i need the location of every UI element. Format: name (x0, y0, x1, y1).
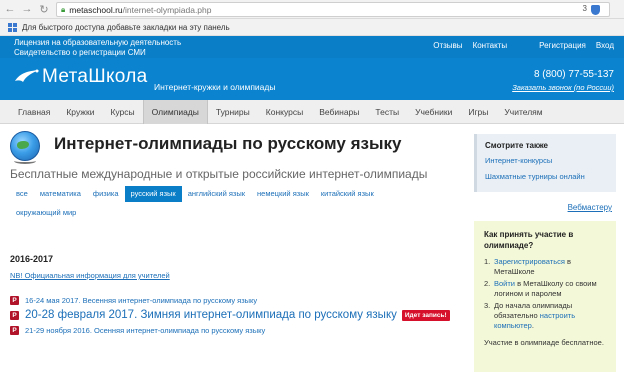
apps-icon[interactable] (8, 22, 17, 32)
logo-bird-icon (12, 67, 42, 87)
forward-icon[interactable]: → (20, 2, 34, 16)
extension-count[interactable]: 3 (583, 4, 587, 13)
see-also-title: Смотрите также (485, 141, 548, 150)
menu-item-contests[interactable]: Конкурсы (258, 100, 311, 124)
tag-world[interactable]: окружающий мир (10, 205, 82, 221)
teachers-info-link[interactable]: NB! Официальная информация для учителей (10, 271, 170, 280)
menu-item-games[interactable]: Игры (460, 100, 496, 124)
step-text: . (531, 321, 534, 330)
events-list: P 16-24 мая 2017. Весенняя интернет-олим… (10, 296, 450, 339)
register-link[interactable]: Регистрация (539, 41, 586, 50)
site-tagline: Интернет-кружки и олимпиады (154, 82, 276, 92)
menu-item-courses[interactable]: Курсы (102, 100, 142, 124)
list-item: P 21-29 ноября 2016. Осенняя интернет-ол… (10, 326, 450, 335)
webmaster-link[interactable]: Вебмастеру (568, 203, 612, 212)
menu-item-tests[interactable]: Тесты (367, 100, 407, 124)
phone-number: 8 (800) 77-55-137 (533, 69, 614, 80)
menu-item-home[interactable]: Главная (10, 100, 58, 124)
chess-tournaments-link[interactable]: Шахматные турниры онлайн (485, 172, 608, 181)
lock-icon: 🔒︎ (61, 4, 66, 14)
reviews-link[interactable]: Отзывы (433, 41, 462, 50)
menu-item-teachers[interactable]: Учителям (496, 100, 550, 124)
free-note: Участие в олимпиаде бесплатное. (484, 338, 604, 347)
page-title: Интернет-олимпиады по русскому языку (54, 134, 402, 153)
login-step-link[interactable]: Войти (494, 279, 515, 288)
tag-russian[interactable]: русский язык (124, 186, 182, 202)
top-links: Отзывы Контакты Регистрация Вход (433, 41, 614, 50)
license-link[interactable]: Лицензия на образовательную деятельность (14, 38, 181, 48)
tag-physics[interactable]: физика (87, 186, 125, 202)
event-link[interactable]: 20-28 февраля 2017. Зимняя интернет-олим… (25, 309, 397, 321)
license-info: Лицензия на образовательную деятельность… (14, 38, 181, 58)
year-heading: 2016-2017 (10, 254, 54, 264)
main-menu: Главная Кружки Курсы Олимпиады Турниры К… (0, 99, 624, 124)
menu-item-olympiads[interactable]: Олимпиады (142, 99, 208, 124)
menu-item-textbooks[interactable]: Учебники (407, 100, 460, 124)
participation-box: Как принять участие в олимпиаде? 1. Зарег… (474, 221, 616, 372)
globe-icon (10, 131, 40, 161)
participation-title: Как принять участие в олимпиаде? (484, 230, 574, 250)
reload-icon[interactable]: ↻ (37, 2, 51, 16)
steps-list: 1. Зарегистрироваться в МетаШколе 2. Войти… (484, 257, 606, 331)
list-item: 2. Войти в МетаШколу со своим логином и п… (484, 279, 597, 298)
page-subtitle: Бесплатные международные и открытые росс… (10, 167, 428, 181)
site-logo[interactable]: МетаШкола (12, 66, 147, 88)
see-also-box: Смотрите также Интернет-конкурсы Шахматн… (474, 134, 616, 192)
callback-link[interactable]: Заказать звонок (по России) (512, 83, 614, 92)
list-item: P 16-24 мая 2017. Весенняя интернет-олим… (10, 296, 450, 305)
list-item: P 20-28 февраля 2017. Зимняя интернет-ол… (10, 309, 450, 321)
menu-item-clubs[interactable]: Кружки (58, 100, 102, 124)
brand-bar: МетаШкола Интернет-кружки и олимпиады 8 … (0, 58, 624, 100)
tag-chinese[interactable]: китайский язык (315, 186, 380, 202)
contacts-link[interactable]: Контакты (473, 41, 508, 50)
tag-english[interactable]: английский язык (182, 186, 251, 202)
bookmarks-bar: Для быстрого доступа добавьте закладки н… (0, 19, 624, 36)
list-item: 1. Зарегистрироваться в МетаШколе (484, 257, 571, 276)
subject-tags: все математика физика русский язык англи… (10, 186, 450, 221)
browser-toolbar: ← → ↻ 🔒︎ metaschool.ru/internet-olympiad… (0, 0, 624, 19)
site-topbar: Лицензия на образовательную деятельность… (0, 36, 624, 58)
event-link[interactable]: 21-29 ноября 2016. Осенняя интернет-олим… (25, 326, 265, 335)
menu-item-tournaments[interactable]: Турниры (208, 100, 258, 124)
tag-math[interactable]: математика (34, 186, 87, 202)
register-step-link[interactable]: Зарегистрироваться (494, 257, 565, 266)
login-link[interactable]: Вход (596, 41, 614, 50)
olympiad-p-icon: P (10, 326, 19, 335)
olympiad-p-icon: P (10, 296, 19, 305)
shield-icon[interactable] (591, 5, 600, 15)
certificate-link[interactable]: Свидетельство о регистрации СМИ (14, 48, 181, 58)
logo-text: МетаШкола (42, 66, 148, 87)
tag-german[interactable]: немецкий язык (251, 186, 315, 202)
bookmarks-hint: Для быстрого доступа добавьте закладки н… (22, 22, 230, 32)
url-host: metaschool.ru (69, 4, 123, 15)
tag-all[interactable]: все (10, 186, 34, 202)
menu-item-webinars[interactable]: Вебинары (311, 100, 367, 124)
status-badge: Идет запись! (401, 309, 450, 321)
internet-contests-link[interactable]: Интернет-конкурсы (485, 156, 608, 165)
list-item: 3. До начала олимпиады обязательно настро… (484, 301, 576, 330)
back-icon[interactable]: ← (3, 2, 17, 16)
olympiad-p-icon: P (10, 310, 19, 320)
event-link[interactable]: 16-24 мая 2017. Весенняя интернет-олимпи… (25, 296, 257, 305)
globe-stand-icon (14, 158, 36, 164)
address-bar[interactable]: 🔒︎ metaschool.ru/internet-olympiada.php … (56, 2, 610, 17)
url-path: /internet-olympiada.php (122, 4, 212, 15)
